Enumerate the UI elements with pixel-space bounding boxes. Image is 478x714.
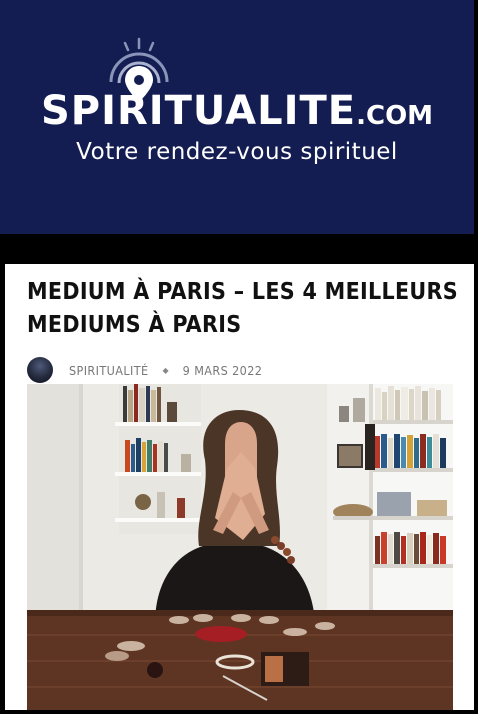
diamond-icon: ◆	[162, 365, 169, 375]
header-gap	[0, 234, 478, 264]
site-header: SPIRITUALITE.COM Votre rendez-vous spiri…	[0, 0, 474, 234]
article-title[interactable]: MEDIUM À PARIS – LES 4 MEILLEURS MEDIUMS…	[27, 276, 463, 342]
article-meta: SPIRITUALITÉ ◆ 9 MARS 2022	[27, 356, 262, 384]
article-card: MEDIUM À PARIS – LES 4 MEILLEURS MEDIUMS…	[5, 264, 474, 710]
site-tagline: Votre rendez-vous spirituel	[76, 139, 398, 165]
article-featured-image	[27, 384, 453, 710]
publish-date: 9 MARS 2022	[182, 362, 263, 378]
author-name[interactable]: SPIRITUALITÉ	[69, 363, 149, 378]
site-logo[interactable]: SPIRITUALITE.COM	[0, 88, 474, 134]
logo-domain: .COM	[356, 101, 434, 131]
author-avatar[interactable]	[27, 357, 53, 383]
